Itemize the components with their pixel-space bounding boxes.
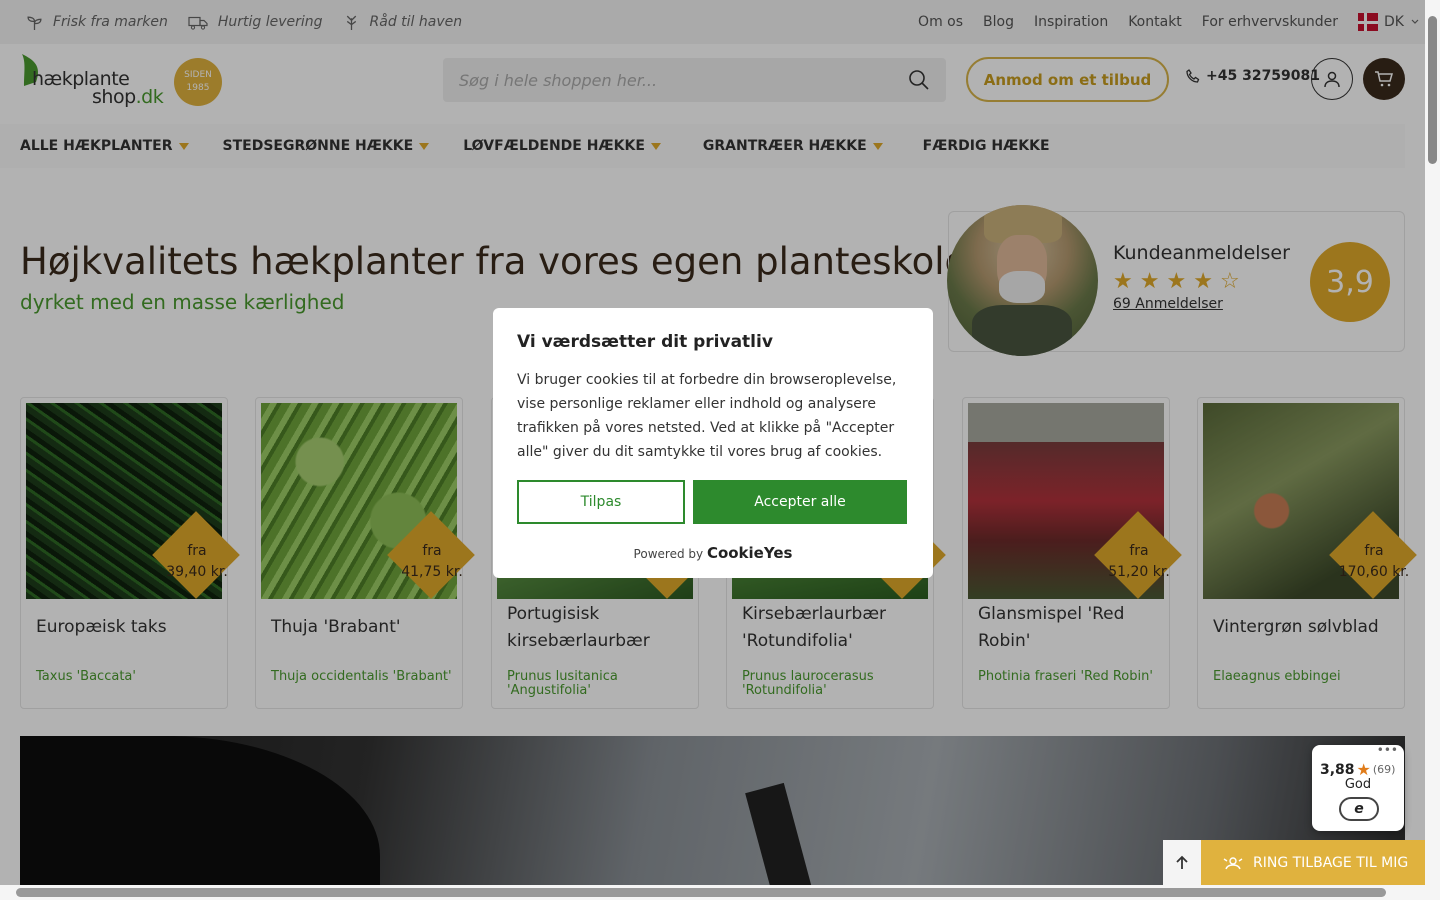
accept-all-button[interactable]: Accepter alle xyxy=(693,480,907,524)
cookie-buttons: Tilpas Accepter alle xyxy=(517,480,907,524)
vertical-scrollbar[interactable] xyxy=(1425,0,1440,900)
callback-icon xyxy=(1223,856,1243,869)
powered-by: Powered by CookieYes xyxy=(633,544,793,562)
callback-button[interactable]: RING TILBAGE TIL MIG xyxy=(1201,840,1425,885)
cookie-title: Vi værdsætter dit privatliv xyxy=(517,332,773,352)
trusted-shops-e-icon: e xyxy=(1339,797,1379,821)
horizontal-scrollbar[interactable] xyxy=(0,885,1425,900)
trustbadge-widget[interactable]: ••• 3,88 ★ (69) God e xyxy=(1312,743,1404,831)
cookieyes-logo[interactable]: CookieYes xyxy=(707,544,793,562)
back-to-top-button[interactable] xyxy=(1163,840,1201,885)
scrollbar-thumb[interactable] xyxy=(1428,16,1437,164)
cookie-body: Vi bruger cookies til at forbedre din br… xyxy=(517,372,897,460)
callback-label: RING TILBAGE TIL MIG xyxy=(1253,854,1409,871)
trust-grade: God xyxy=(1344,777,1372,792)
customize-button[interactable]: Tilpas xyxy=(517,480,685,524)
cookie-consent-dialog: Vi værdsætter dit privatliv Vi bruger co… xyxy=(493,308,933,578)
arrow-up-icon xyxy=(1176,855,1188,869)
more-options-icon[interactable]: ••• xyxy=(1377,743,1398,757)
scrollbar-thumb[interactable] xyxy=(16,888,1386,897)
